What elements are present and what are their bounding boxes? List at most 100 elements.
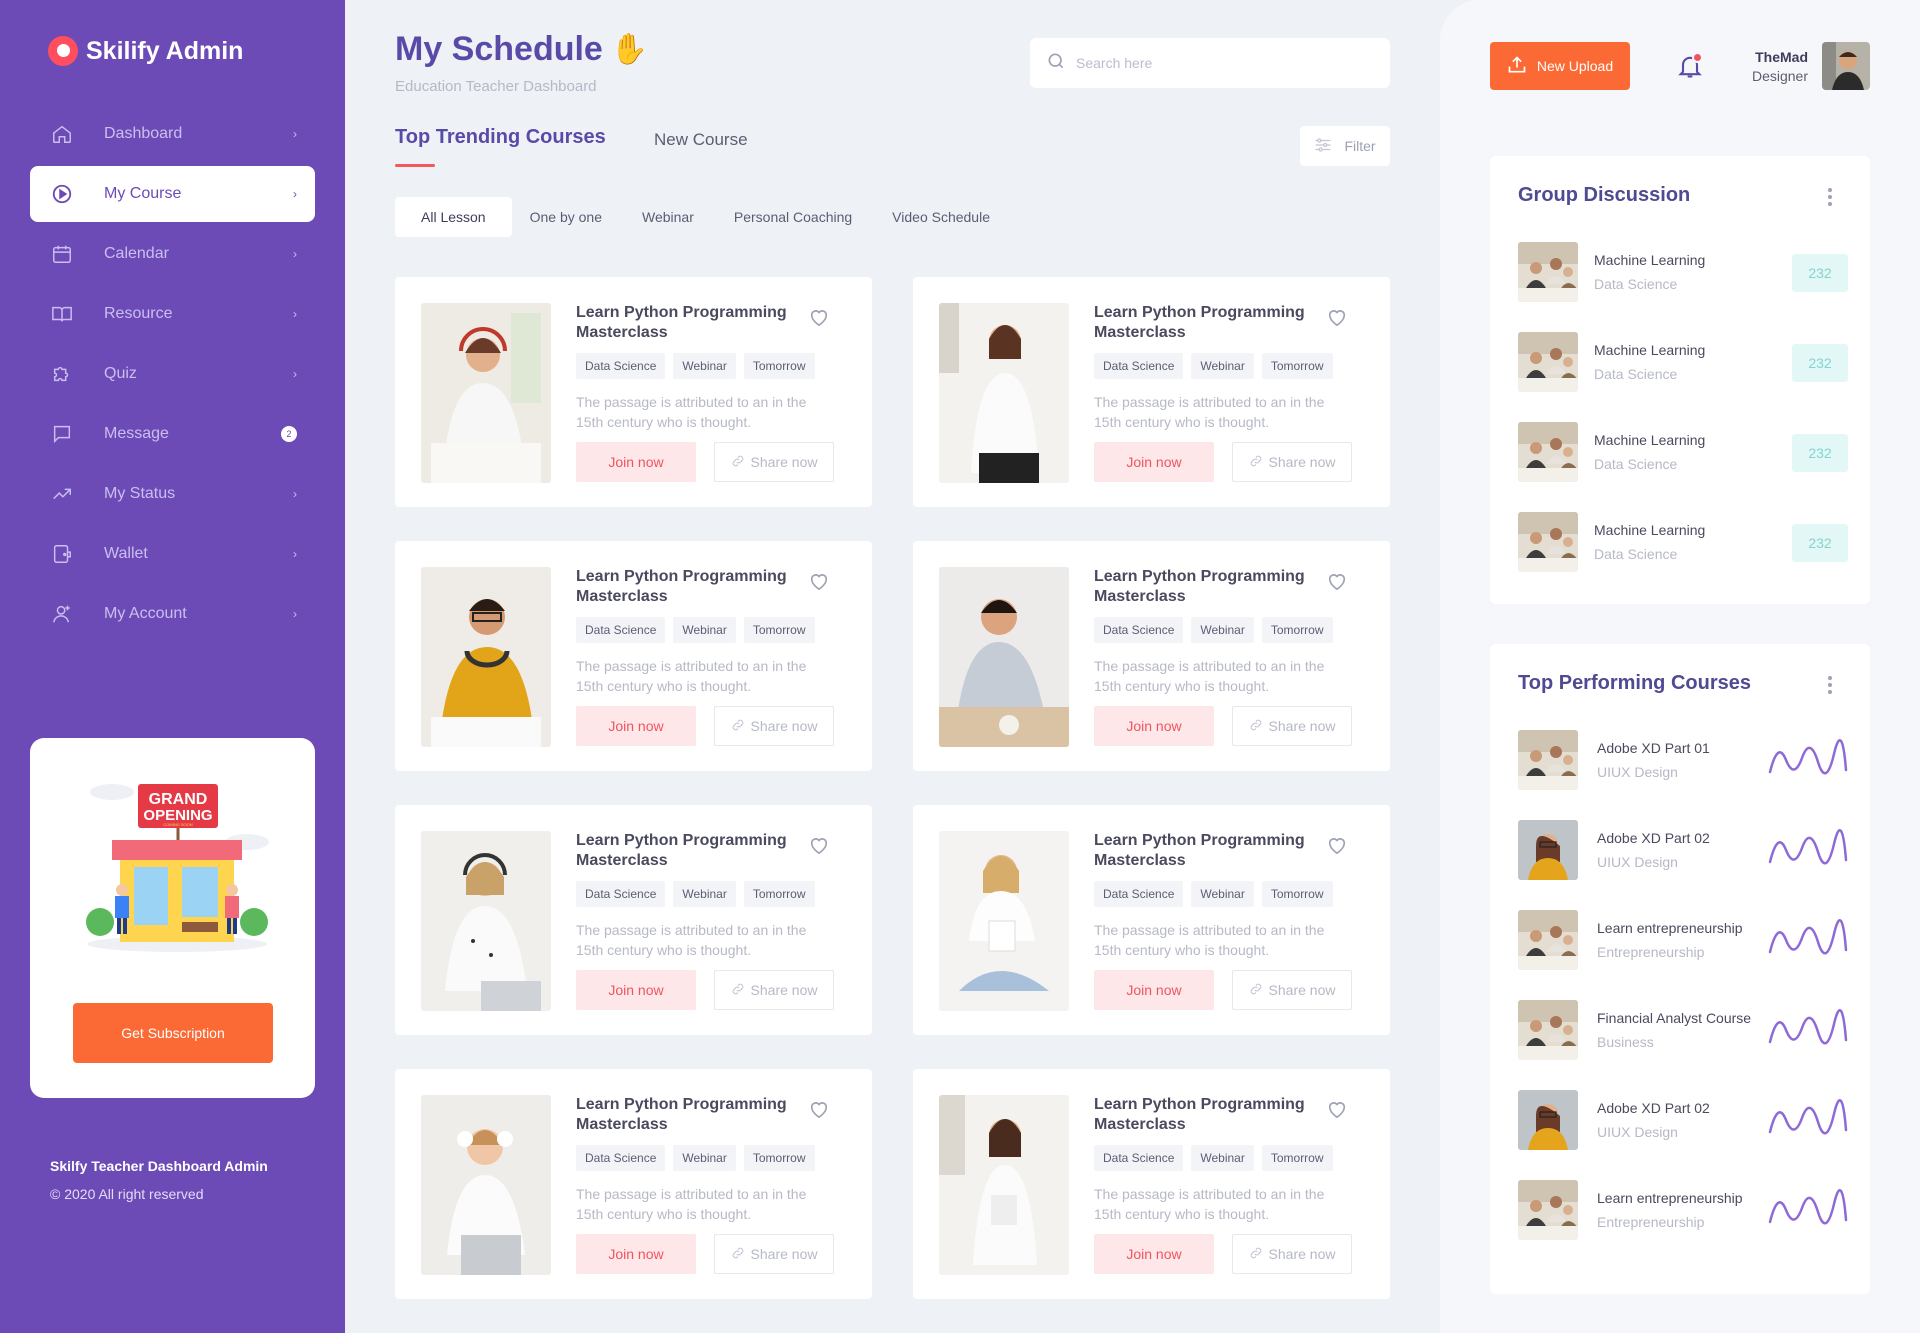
share-now-button[interactable]: Share now <box>714 706 834 746</box>
share-now-button[interactable]: Share now <box>714 442 834 482</box>
course-tag: Webinar <box>1191 617 1254 643</box>
group-thumbnail <box>1518 332 1578 392</box>
chip-personal-coaching[interactable]: Personal Coaching <box>732 197 854 237</box>
top-course-item[interactable]: Learn entrepreneurship Entrepreneurship <box>1518 910 1848 970</box>
sidebar-item-my-course[interactable]: My Course › <box>30 166 315 222</box>
course-tags: Data Science Webinar Tomorrow <box>1094 617 1333 643</box>
more-options-icon[interactable] <box>1828 676 1834 694</box>
course-card[interactable]: Learn Python Programming Masterclass Dat… <box>395 277 872 507</box>
sidebar-item-calendar[interactable]: Calendar › <box>30 226 315 282</box>
top-course-item[interactable]: Learn entrepreneurship Entrepreneurship <box>1518 1180 1848 1240</box>
join-now-button[interactable]: Join now <box>576 706 696 746</box>
course-tags: Data Science Webinar Tomorrow <box>576 353 815 379</box>
sidebar-item-label: My Course <box>104 185 182 202</box>
top-course-subtitle: UIUX Design <box>1597 854 1678 870</box>
course-card[interactable]: Learn Python Programming Masterclass Dat… <box>913 805 1390 1035</box>
app-logo[interactable]: Skilify Admin <box>48 36 243 66</box>
course-description: The passage is attributed to an in the 1… <box>576 394 807 430</box>
join-now-button[interactable]: Join now <box>576 442 696 482</box>
sliders-icon <box>1314 137 1332 156</box>
discussion-item[interactable]: Machine Learning Data Science 232 <box>1518 422 1848 482</box>
top-course-item[interactable]: Adobe XD Part 02 UIUX Design <box>1518 1090 1848 1150</box>
course-photo <box>421 831 551 1011</box>
course-title: Learn Python Programming Masterclass <box>576 304 787 341</box>
sidebar-item-label: My Status <box>104 485 176 502</box>
page-subtitle: Education Teacher Dashboard <box>395 78 597 95</box>
user-name[interactable]: TheMad <box>1755 49 1808 65</box>
course-card[interactable]: Learn Python Programming Masterclass Dat… <box>395 541 872 771</box>
sidebar-item-my-status[interactable]: My Status › <box>30 466 315 522</box>
discussion-item[interactable]: Machine Learning Data Science 232 <box>1518 512 1848 572</box>
course-card[interactable]: Learn Python Programming Masterclass Dat… <box>395 805 872 1035</box>
join-now-button[interactable]: Join now <box>576 1234 696 1274</box>
course-card[interactable]: Learn Python Programming Masterclass Dat… <box>395 1069 872 1299</box>
course-card[interactable]: Learn Python Programming Masterclass Dat… <box>913 541 1390 771</box>
sidebar-item-label: Message <box>104 425 169 442</box>
more-options-icon[interactable] <box>1828 188 1834 206</box>
discussion-item[interactable]: Machine Learning Data Science 232 <box>1518 242 1848 302</box>
course-tag: Webinar <box>673 1145 736 1171</box>
page-title-text: My Schedule <box>395 30 603 68</box>
heart-icon[interactable] <box>1326 1099 1348 1124</box>
chip-webinar[interactable]: Webinar <box>640 197 696 237</box>
heart-icon[interactable] <box>808 307 830 332</box>
top-course-item[interactable]: Adobe XD Part 02 UIUX Design <box>1518 820 1848 880</box>
course-card[interactable]: Learn Python Programming Masterclass Dat… <box>913 277 1390 507</box>
performance-sparkline <box>1768 1099 1848 1135</box>
share-now-button[interactable]: Share now <box>714 1234 834 1274</box>
discussion-count-badge: 232 <box>1792 434 1848 472</box>
chip-one-by-one[interactable]: One by one <box>528 197 604 237</box>
join-now-button[interactable]: Join now <box>1094 706 1214 746</box>
link-icon <box>731 982 745 999</box>
sidebar-item-label: My Account <box>104 605 187 622</box>
heart-icon[interactable] <box>808 1099 830 1124</box>
chevron-right-icon: › <box>293 247 297 261</box>
course-photo <box>939 1095 1069 1275</box>
top-course-title: Adobe XD Part 02 <box>1597 830 1710 846</box>
share-now-button[interactable]: Share now <box>1232 1234 1352 1274</box>
sidebar-item-label: Calendar <box>104 245 169 262</box>
new-upload-button[interactable]: New Upload <box>1490 42 1630 90</box>
course-card[interactable]: Learn Python Programming Masterclass Dat… <box>913 1069 1390 1299</box>
join-now-button[interactable]: Join now <box>1094 442 1214 482</box>
chip-all-lesson[interactable]: All Lesson <box>395 197 512 237</box>
course-tag: Data Science <box>576 881 666 907</box>
search-input[interactable] <box>1076 55 1356 71</box>
sidebar-item-quiz[interactable]: Quiz › <box>30 346 315 402</box>
course-tag: Webinar <box>673 617 736 643</box>
filter-button[interactable]: Filter <box>1300 126 1390 166</box>
share-now-button[interactable]: Share now <box>1232 442 1352 482</box>
play-circle-icon <box>50 182 74 206</box>
discussion-title: Machine Learning <box>1594 252 1706 268</box>
discussion-item[interactable]: Machine Learning Data Science 232 <box>1518 332 1848 392</box>
sidebar-item-label: Wallet <box>104 545 148 562</box>
avatar[interactable] <box>1822 42 1870 90</box>
sidebar-item-my-account[interactable]: My Account › <box>30 586 315 642</box>
share-now-button[interactable]: Share now <box>1232 970 1352 1010</box>
sidebar-item-resource[interactable]: Resource › <box>30 286 315 342</box>
course-description: The passage is attributed to an in the 1… <box>1094 1186 1325 1222</box>
tab-new-course[interactable]: New Course <box>654 130 748 150</box>
chip-video-schedule[interactable]: Video Schedule <box>890 197 992 237</box>
join-now-button[interactable]: Join now <box>1094 1234 1214 1274</box>
puzzle-icon <box>50 362 74 386</box>
heart-icon[interactable] <box>808 835 830 860</box>
heart-icon[interactable] <box>808 571 830 596</box>
share-now-button[interactable]: Share now <box>714 970 834 1010</box>
top-course-item[interactable]: Financial Analyst Course Business <box>1518 1000 1848 1060</box>
heart-icon[interactable] <box>1326 835 1348 860</box>
get-subscription-button[interactable]: Get Subscription <box>73 1003 273 1063</box>
join-now-button[interactable]: Join now <box>1094 970 1214 1010</box>
tab-top-trending-courses[interactable]: Top Trending Courses <box>395 126 606 149</box>
sidebar-item-message[interactable]: Message 2 <box>30 406 315 462</box>
heart-icon[interactable] <box>1326 571 1348 596</box>
share-now-button[interactable]: Share now <box>1232 706 1352 746</box>
top-course-item[interactable]: Adobe XD Part 01 UIUX Design <box>1518 730 1848 790</box>
join-now-button[interactable]: Join now <box>576 970 696 1010</box>
link-icon <box>731 454 745 471</box>
sidebar-item-dashboard[interactable]: Dashboard › <box>30 106 315 162</box>
sidebar-item-wallet[interactable]: Wallet › <box>30 526 315 582</box>
chevron-right-icon: › <box>293 187 297 201</box>
course-tag: Tomorrow <box>743 1145 815 1171</box>
heart-icon[interactable] <box>1326 307 1348 332</box>
